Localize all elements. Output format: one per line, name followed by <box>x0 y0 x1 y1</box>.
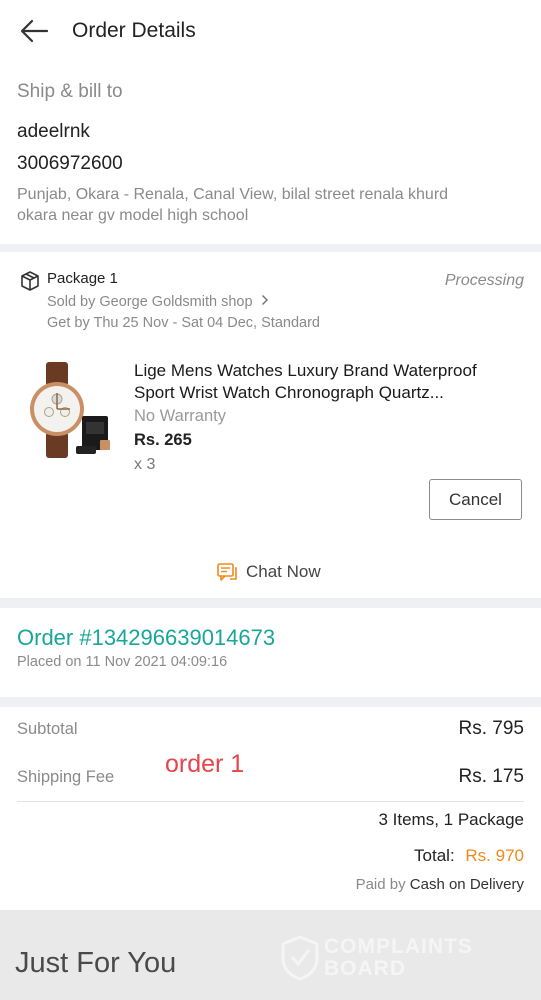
watermark-line-2: BOARD <box>324 957 406 980</box>
payment-method-value: Cash on Delivery <box>409 876 524 893</box>
product-name-line-1[interactable]: Lige Mens Watches Luxury Brand Waterproo… <box>134 361 477 381</box>
cancel-button[interactable]: Cancel <box>429 479 522 520</box>
payment-summary-section: Subtotal Rs. 795 Shipping Fee order 1 Rs… <box>0 707 541 910</box>
chevron-right-icon <box>261 294 269 310</box>
warranty-info: No Warranty <box>134 407 226 425</box>
back-button[interactable] <box>14 14 54 48</box>
package-section: Package 1 Processing Sold by George Gold… <box>0 252 541 598</box>
subtotal-value: Rs. 795 <box>458 718 524 739</box>
product-image[interactable] <box>16 360 116 460</box>
chat-icon <box>217 563 237 581</box>
watermark-logo: COMPLAINTS BOARD <box>280 935 510 983</box>
subtotal-label: Subtotal <box>17 720 78 738</box>
recipient-name: adeelrnk <box>17 121 90 142</box>
delivery-estimate: Get by Thu 25 Nov - Sat 04 Dec, Standard <box>47 315 320 331</box>
address-line-1: Punjab, Okara - Renala, Canal View, bila… <box>17 186 449 203</box>
total-label: Total: <box>414 846 455 865</box>
shipping-section: Ship & bill to adeelrnk 3006972600 Punja… <box>0 66 541 244</box>
package-icon <box>21 271 39 291</box>
order-info-section: Order #134296639014673 Placed on 11 Nov … <box>0 608 541 697</box>
product-name-line-2[interactable]: Sport Wrist Watch Chronograph Quartz... <box>134 383 444 403</box>
just-for-you-title: Just For You <box>15 947 177 979</box>
items-count: 3 Items, 1 Package <box>378 810 524 829</box>
order-total: Total: Rs. 970 <box>414 846 524 866</box>
seller-name: Sold by George Goldsmith shop <box>47 294 253 310</box>
package-title: Package 1 <box>47 270 118 287</box>
order-number: Order #134296639014673 <box>17 625 276 650</box>
top-bar: Order Details <box>0 0 541 66</box>
total-value: Rs. 970 <box>465 846 524 865</box>
chat-now-label: Chat Now <box>246 562 321 581</box>
product-quantity: x 3 <box>134 456 156 473</box>
annotation-text: order 1 <box>165 750 245 778</box>
recipient-phone: 3006972600 <box>17 153 123 174</box>
watermark-line-1: COMPLAINTS <box>324 935 473 958</box>
payment-method: Paid by Cash on Delivery <box>356 876 524 893</box>
paid-by-label: Paid by <box>355 876 406 893</box>
shield-icon <box>281 935 319 981</box>
order-placed-date: Placed on 11 Nov 2021 04:09:16 <box>17 654 228 670</box>
page-title: Order Details <box>72 19 196 42</box>
seller-link[interactable]: Sold by George Goldsmith shop <box>47 294 269 310</box>
arrow-left-icon <box>20 19 49 43</box>
ship-bill-label: Ship & bill to <box>17 81 123 102</box>
divider <box>17 801 524 802</box>
shipping-fee-label: Shipping Fee <box>17 768 115 786</box>
package-status: Processing <box>444 272 524 289</box>
product-price: Rs. 265 <box>134 431 192 449</box>
chat-now-button[interactable]: Chat Now <box>216 558 321 586</box>
shipping-fee-value: Rs. 175 <box>458 766 524 787</box>
address-line-2: okara near gv model high school <box>17 207 249 224</box>
